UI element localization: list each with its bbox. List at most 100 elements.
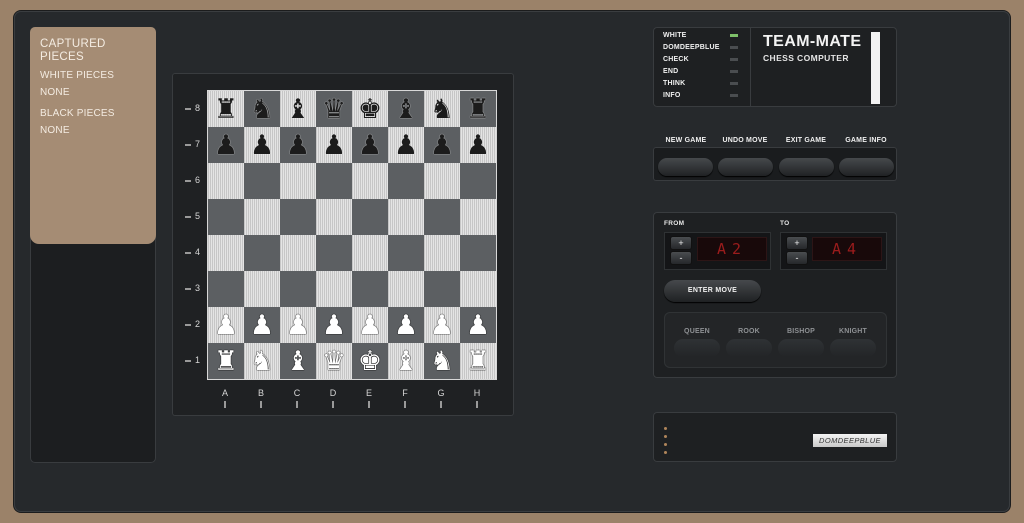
white-pawn-icon[interactable]: ♟ — [430, 312, 454, 339]
square-f8[interactable]: ♝ — [388, 91, 424, 127]
promote-rook-button[interactable] — [726, 339, 772, 357]
to-increment-button[interactable]: + — [787, 237, 807, 249]
white-rook-icon[interactable]: ♜ — [214, 348, 238, 375]
square-e1[interactable]: ♚ — [352, 343, 388, 379]
black-rook-icon[interactable]: ♜ — [214, 96, 238, 123]
white-bishop-icon[interactable]: ♝ — [286, 348, 310, 375]
square-g4[interactable] — [424, 235, 460, 271]
square-a2[interactable]: ♟ — [208, 307, 244, 343]
square-f3[interactable] — [388, 271, 424, 307]
square-b7[interactable]: ♟ — [244, 127, 280, 163]
white-pawn-icon[interactable]: ♟ — [394, 312, 418, 339]
square-g3[interactable] — [424, 271, 460, 307]
square-f6[interactable] — [388, 163, 424, 199]
square-a3[interactable] — [208, 271, 244, 307]
square-c3[interactable] — [280, 271, 316, 307]
square-h3[interactable] — [460, 271, 496, 307]
white-bishop-icon[interactable]: ♝ — [394, 348, 418, 375]
square-e8[interactable]: ♚ — [352, 91, 388, 127]
square-g6[interactable] — [424, 163, 460, 199]
square-d2[interactable]: ♟ — [316, 307, 352, 343]
white-knight-icon[interactable]: ♞ — [430, 348, 454, 375]
black-queen-icon[interactable]: ♛ — [322, 96, 346, 123]
square-d1[interactable]: ♛ — [316, 343, 352, 379]
black-knight-icon[interactable]: ♞ — [430, 96, 454, 123]
square-b6[interactable] — [244, 163, 280, 199]
square-f4[interactable] — [388, 235, 424, 271]
square-h7[interactable]: ♟ — [460, 127, 496, 163]
square-c6[interactable] — [280, 163, 316, 199]
exit-game-button[interactable] — [779, 158, 834, 176]
promote-bishop-button[interactable] — [778, 339, 824, 357]
square-a6[interactable] — [208, 163, 244, 199]
black-bishop-icon[interactable]: ♝ — [394, 96, 418, 123]
square-c1[interactable]: ♝ — [280, 343, 316, 379]
black-pawn-icon[interactable]: ♟ — [250, 132, 274, 159]
square-e3[interactable] — [352, 271, 388, 307]
square-e4[interactable] — [352, 235, 388, 271]
undo-move-button[interactable] — [718, 158, 773, 176]
square-h2[interactable]: ♟ — [460, 307, 496, 343]
square-b4[interactable] — [244, 235, 280, 271]
square-c2[interactable]: ♟ — [280, 307, 316, 343]
square-h8[interactable]: ♜ — [460, 91, 496, 127]
square-b2[interactable]: ♟ — [244, 307, 280, 343]
white-pawn-icon[interactable]: ♟ — [286, 312, 310, 339]
square-a4[interactable] — [208, 235, 244, 271]
black-pawn-icon[interactable]: ♟ — [358, 132, 382, 159]
black-bishop-icon[interactable]: ♝ — [286, 96, 310, 123]
square-c7[interactable]: ♟ — [280, 127, 316, 163]
square-a7[interactable]: ♟ — [208, 127, 244, 163]
square-f7[interactable]: ♟ — [388, 127, 424, 163]
square-f2[interactable]: ♟ — [388, 307, 424, 343]
black-king-icon[interactable]: ♚ — [358, 96, 382, 123]
square-d3[interactable] — [316, 271, 352, 307]
square-d4[interactable] — [316, 235, 352, 271]
black-pawn-icon[interactable]: ♟ — [214, 132, 238, 159]
square-e5[interactable] — [352, 199, 388, 235]
black-pawn-icon[interactable]: ♟ — [430, 132, 454, 159]
white-pawn-icon[interactable]: ♟ — [214, 312, 238, 339]
square-d5[interactable] — [316, 199, 352, 235]
white-pawn-icon[interactable]: ♟ — [466, 312, 490, 339]
black-pawn-icon[interactable]: ♟ — [394, 132, 418, 159]
white-king-icon[interactable]: ♚ — [358, 348, 382, 375]
black-pawn-icon[interactable]: ♟ — [466, 132, 490, 159]
square-h5[interactable] — [460, 199, 496, 235]
square-c4[interactable] — [280, 235, 316, 271]
square-a8[interactable]: ♜ — [208, 91, 244, 127]
square-g8[interactable]: ♞ — [424, 91, 460, 127]
game-info-button[interactable] — [839, 158, 894, 176]
square-h1[interactable]: ♜ — [460, 343, 496, 379]
square-h4[interactable] — [460, 235, 496, 271]
square-a1[interactable]: ♜ — [208, 343, 244, 379]
square-b5[interactable] — [244, 199, 280, 235]
square-g5[interactable] — [424, 199, 460, 235]
black-pawn-icon[interactable]: ♟ — [322, 132, 346, 159]
square-c8[interactable]: ♝ — [280, 91, 316, 127]
white-pawn-icon[interactable]: ♟ — [250, 312, 274, 339]
square-b3[interactable] — [244, 271, 280, 307]
black-knight-icon[interactable]: ♞ — [250, 96, 274, 123]
promote-queen-button[interactable] — [674, 339, 720, 357]
square-f1[interactable]: ♝ — [388, 343, 424, 379]
square-g1[interactable]: ♞ — [424, 343, 460, 379]
square-b1[interactable]: ♞ — [244, 343, 280, 379]
white-pawn-icon[interactable]: ♟ — [322, 312, 346, 339]
square-e2[interactable]: ♟ — [352, 307, 388, 343]
square-d6[interactable] — [316, 163, 352, 199]
from-increment-button[interactable]: + — [671, 237, 691, 249]
to-decrement-button[interactable]: - — [787, 252, 807, 264]
from-decrement-button[interactable]: - — [671, 252, 691, 264]
square-e7[interactable]: ♟ — [352, 127, 388, 163]
white-rook-icon[interactable]: ♜ — [466, 348, 490, 375]
square-h6[interactable] — [460, 163, 496, 199]
promote-knight-button[interactable] — [830, 339, 876, 357]
square-d7[interactable]: ♟ — [316, 127, 352, 163]
black-pawn-icon[interactable]: ♟ — [286, 132, 310, 159]
white-knight-icon[interactable]: ♞ — [250, 348, 274, 375]
square-e6[interactable] — [352, 163, 388, 199]
square-f5[interactable] — [388, 199, 424, 235]
white-pawn-icon[interactable]: ♟ — [358, 312, 382, 339]
black-rook-icon[interactable]: ♜ — [466, 96, 490, 123]
